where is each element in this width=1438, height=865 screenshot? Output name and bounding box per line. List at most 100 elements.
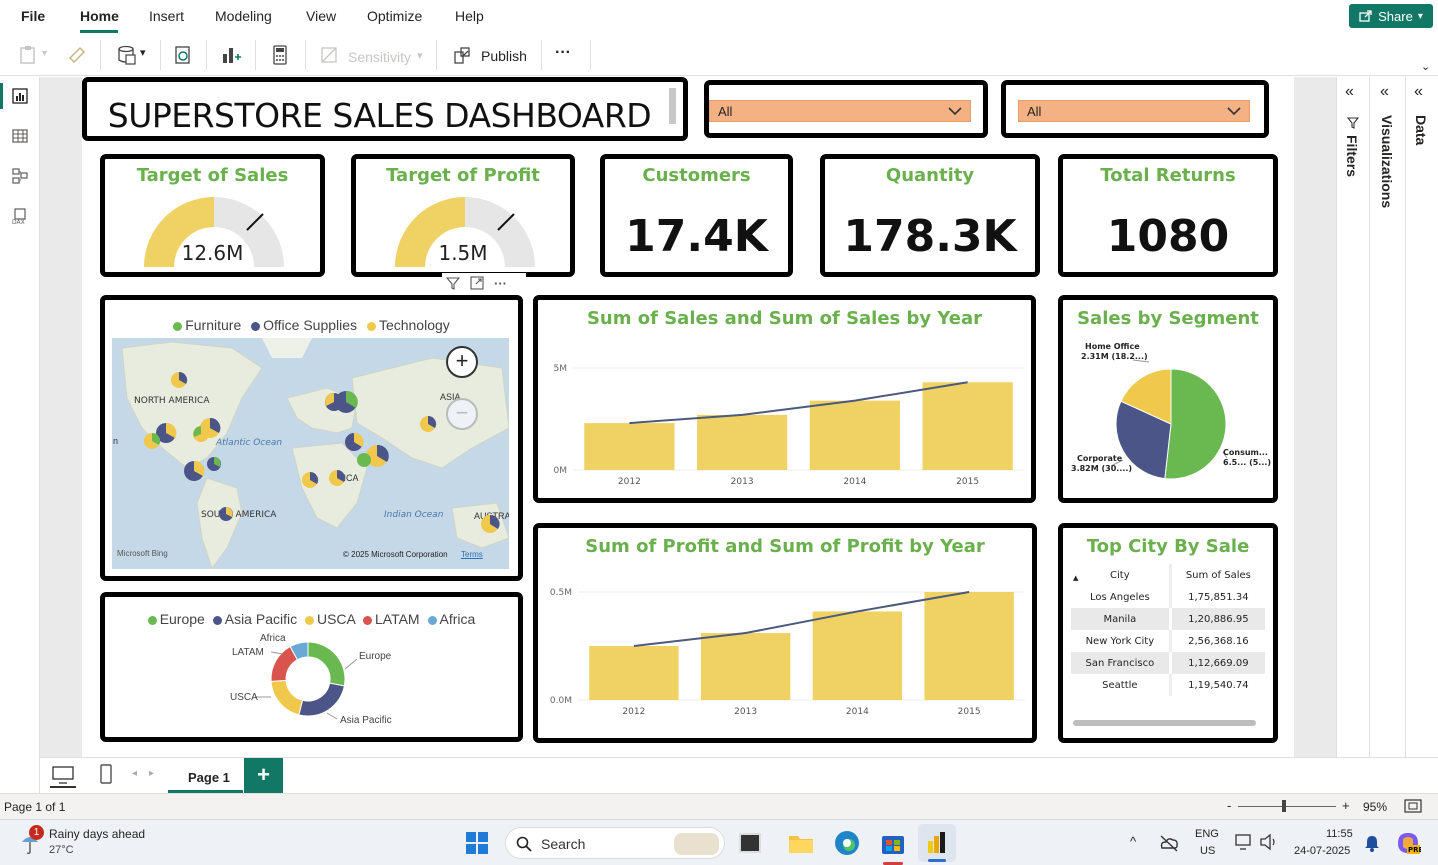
format-painter-icon[interactable]	[66, 44, 88, 66]
menu-file[interactable]: File	[21, 8, 45, 24]
windows-start-icon[interactable]	[465, 831, 489, 855]
clock-date[interactable]: 24-07-2025	[1294, 845, 1350, 857]
notification-bell-icon[interactable]	[1364, 834, 1380, 852]
mobile-layout-icon[interactable]	[100, 764, 112, 784]
expand-chevron-icon[interactable]: «	[1380, 83, 1389, 101]
kpi-title: Quantity	[885, 165, 975, 186]
profit-by-year-card[interactable]: Sum of Profit and Sum of Profit by Year …	[533, 523, 1037, 743]
clock-time[interactable]: 11:55	[1326, 828, 1353, 840]
share-button[interactable]: Share ▾	[1349, 4, 1433, 28]
kpi-card-target-sales[interactable]: Target of Sales 12.6M	[100, 154, 325, 277]
model-view-icon[interactable]	[9, 165, 31, 187]
refresh-icon[interactable]	[172, 44, 194, 66]
new-measure-icon[interactable]	[269, 44, 291, 66]
filter-icon[interactable]	[446, 276, 460, 290]
paste-icon[interactable]	[18, 44, 40, 66]
desktop-layout-icon[interactable]	[52, 766, 74, 784]
more-options-icon[interactable]: ···	[555, 44, 571, 62]
dax-query-view-icon[interactable]: DAX	[9, 205, 31, 227]
edge-browser-icon[interactable]	[834, 830, 860, 856]
kpi-card-quantity[interactable]: Quantity 178.3K	[820, 154, 1040, 277]
copilot-icon[interactable]: PRE	[1395, 831, 1421, 855]
map-zoom-out-button[interactable]: −	[446, 398, 478, 430]
microsoft-store-icon[interactable]	[880, 830, 906, 856]
get-data-icon[interactable]	[116, 44, 138, 66]
data-pane-label[interactable]: Data	[1413, 115, 1429, 145]
table-row[interactable]: Manila 1,20,886.95	[1071, 608, 1265, 630]
file-explorer-icon[interactable]	[788, 831, 814, 855]
more-options-icon[interactable]: ···	[494, 276, 507, 291]
weather-title[interactable]: Rainy days ahead	[49, 827, 145, 841]
focus-mode-icon[interactable]	[470, 276, 484, 290]
publish-icon[interactable]	[451, 44, 473, 66]
ribbon-collapse-chevron-icon[interactable]: ⌄	[1421, 60, 1430, 73]
menu-view[interactable]: View	[306, 8, 336, 24]
table-horizontal-scrollbar[interactable]	[1073, 720, 1256, 726]
zoom-out-button[interactable]: -	[1227, 798, 1231, 813]
sales-by-year-card[interactable]: Sum of Sales and Sum of Sales by Year 0M…	[533, 295, 1036, 503]
slicer-dropdown-1[interactable]: All	[709, 100, 971, 122]
map-zoom-in-button[interactable]: +	[446, 346, 478, 378]
powerbi-taskbar-button[interactable]	[918, 824, 956, 862]
menu-home[interactable]: Home	[80, 8, 119, 24]
paste-chevron-icon[interactable]: ▾	[42, 48, 47, 59]
map-card[interactable]: Furniture Office Supplies Technology NOR…	[100, 295, 523, 581]
menu-modeling[interactable]: Modeling	[215, 8, 272, 24]
next-page-icon[interactable]: ▸	[149, 768, 154, 779]
taskbar-search-box[interactable]: Search	[505, 827, 725, 859]
filters-pane-collapsed[interactable]: « Filters	[1336, 77, 1369, 757]
legend-label: Technology	[378, 317, 450, 333]
region-donut-card[interactable]: Europe Asia Pacific USCA LATAM Africa Eu…	[100, 592, 523, 742]
prev-page-icon[interactable]: ◂	[132, 768, 137, 779]
fit-to-page-icon[interactable]	[1404, 799, 1422, 813]
table-row[interactable]: Seattle 1,19,540.74	[1071, 674, 1265, 696]
page-tab-1[interactable]: Page 1	[168, 758, 243, 793]
top-city-card[interactable]: Top City By Sale City ▲ Sum of Sales Los …	[1058, 523, 1278, 743]
column-header-sales[interactable]: Sum of Sales	[1170, 564, 1265, 586]
menu-help[interactable]: Help	[455, 8, 484, 24]
data-pane-collapsed[interactable]: « Data	[1405, 77, 1438, 757]
filters-pane-label[interactable]: Filters	[1344, 135, 1360, 177]
map-terms-link[interactable]: Terms	[461, 550, 483, 559]
language-code[interactable]: ENG	[1195, 828, 1219, 840]
new-visual-icon[interactable]	[220, 44, 242, 66]
table-view-icon[interactable]	[9, 125, 31, 147]
zoom-level[interactable]: 95%	[1363, 800, 1387, 814]
kpi-card-total-returns[interactable]: Total Returns 1080	[1058, 154, 1278, 277]
show-hidden-icons-chevron[interactable]: ^	[1130, 834, 1136, 849]
slicer-dropdown-2[interactable]: All	[1018, 100, 1250, 122]
menu-optimize[interactable]: Optimize	[367, 8, 422, 24]
table-row[interactable]: Los Angeles 1,75,851.34	[1071, 586, 1265, 608]
report-view-icon[interactable]	[9, 85, 31, 107]
visualizations-pane-label[interactable]: Visualizations	[1379, 115, 1395, 208]
segment-pie-card[interactable]: Sales by Segment Home Office 2.31M (18.2…	[1058, 295, 1278, 503]
table-row[interactable]: New York City 2,56,368.16	[1071, 630, 1265, 652]
column-header-city[interactable]: City ▲	[1071, 564, 1172, 586]
bar	[922, 382, 1013, 470]
kpi-title: Total Returns	[1100, 165, 1236, 186]
task-view-icon[interactable]	[739, 833, 761, 853]
zoom-slider-track[interactable]	[1238, 806, 1336, 807]
region-code[interactable]: US	[1200, 845, 1215, 857]
expand-chevron-icon[interactable]: «	[1345, 83, 1354, 101]
zoom-slider-thumb[interactable]	[1282, 800, 1286, 812]
kpi-card-target-profit[interactable]: Target of Profit 1.5M	[351, 154, 575, 277]
publish-label[interactable]: Publish	[481, 48, 527, 64]
add-page-button[interactable]: +	[244, 758, 283, 793]
map-area[interactable]: NORTH AMERICA SOUTH AMERICA Atlantic Oce…	[112, 338, 509, 569]
kpi-card-customers[interactable]: Customers 17.4K	[600, 154, 793, 277]
visualizations-pane-collapsed[interactable]: « Visualizations	[1369, 77, 1405, 757]
get-data-chevron-icon[interactable]: ▾	[140, 46, 146, 59]
zoom-in-button[interactable]: +	[1342, 798, 1350, 813]
menu-insert[interactable]: Insert	[149, 8, 184, 24]
volume-icon[interactable]	[1259, 833, 1277, 851]
expand-chevron-icon[interactable]: «	[1414, 83, 1423, 101]
chevron-down-icon	[948, 107, 962, 116]
table-row[interactable]: San Francisco 1,12,669.09	[1071, 652, 1265, 674]
network-icon[interactable]	[1235, 833, 1253, 851]
legend-label: Europe	[159, 611, 205, 627]
title-scrollbar[interactable]	[669, 88, 676, 124]
pie-slice	[270, 679, 304, 716]
dashboard-title-card[interactable]: SUPERSTORE SALES DASHBOARD	[82, 77, 688, 141]
onedrive-offline-icon[interactable]	[1159, 834, 1179, 852]
